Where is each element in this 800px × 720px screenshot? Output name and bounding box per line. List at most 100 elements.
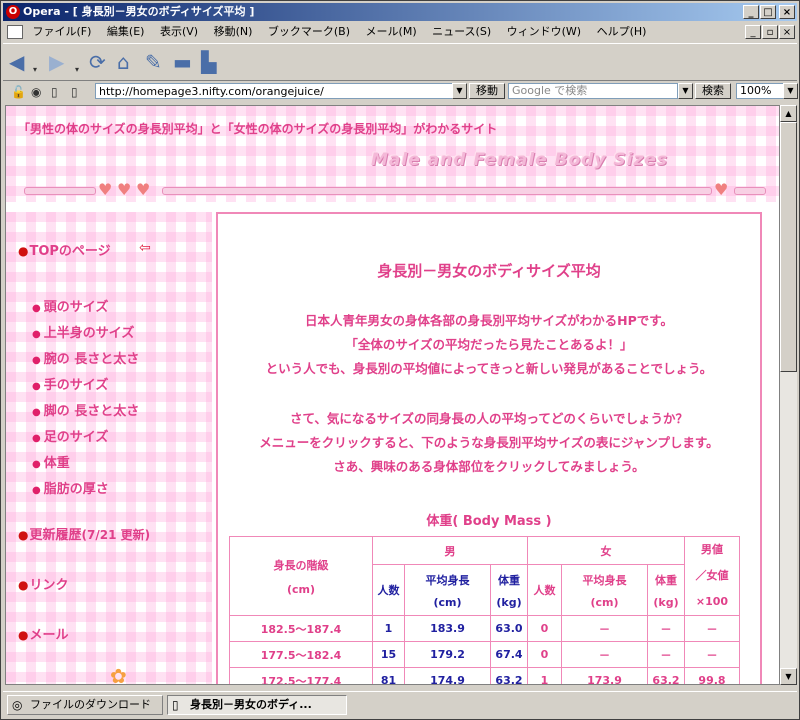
url-dropdown[interactable]: ▼ xyxy=(452,83,467,99)
header-female-avg-height: 平均身長 (cm) xyxy=(561,564,648,616)
weight-table: 身長の階級 (cm) 男 女 男値 ／女値 ×100 人数 平均身長 (cm) 体重 (k… xyxy=(229,535,740,684)
reload-icon[interactable]: ⟳ xyxy=(89,50,106,74)
header-female: 女 xyxy=(527,535,685,566)
zoom-field[interactable]: 100% xyxy=(736,83,784,99)
url-field[interactable]: http://homepage3.nifty.com/orangejuice/ xyxy=(95,83,467,99)
search-engine-dropdown[interactable]: ▼ xyxy=(678,83,693,99)
menu-navigation[interactable]: 移動(N) xyxy=(208,23,259,41)
page-icon: ▯ xyxy=(172,698,179,712)
cell-female-weight: － xyxy=(647,615,685,642)
table-row: 177.5～182.4 15 179.2 67.4 0 － － － xyxy=(229,641,740,668)
menu-news[interactable]: ニュース(S) xyxy=(426,23,497,41)
forward-icon[interactable]: ▶ xyxy=(49,50,64,74)
table-row: 182.5～187.4 1 183.9 63.0 0 － － － xyxy=(229,615,740,642)
nav-item-weight[interactable]: ● 体重 xyxy=(32,452,70,471)
active-page-tab[interactable]: ▯ 身長別－男女のボディ... xyxy=(167,695,347,715)
camera-icon[interactable]: ◉ xyxy=(31,85,41,99)
nav-item-foot[interactable]: ● 足のサイズ xyxy=(32,426,108,445)
save-icon[interactable]: ▙ xyxy=(201,50,216,74)
menu-file[interactable]: ファイル(F) xyxy=(27,23,98,41)
back-dropdown-icon[interactable]: ▾ xyxy=(33,58,37,82)
maximize-button[interactable]: □ xyxy=(760,5,776,19)
strawberry-icon: ● xyxy=(18,528,29,542)
cell-ratio: － xyxy=(684,641,740,668)
security-icon[interactable]: 🔓 xyxy=(11,85,26,99)
header-male-weight: 体重 (kg) xyxy=(490,564,528,616)
menu-bookmarks[interactable]: ブックマーク(B) xyxy=(262,23,356,41)
vertical-scrollbar[interactable]: ▲ ▼ xyxy=(780,105,797,685)
site-logo: Male and Female Body Sizes xyxy=(371,150,669,170)
minimize-button[interactable]: _ xyxy=(743,5,759,19)
bullet-icon: ● xyxy=(32,381,41,392)
intro-line: さて、気になるサイズの同身長の人の平均ってどのくらいでしょうか？ xyxy=(289,411,688,426)
mdi-restore-button[interactable]: ▫ xyxy=(762,25,778,39)
bullet-icon: ● xyxy=(32,485,41,496)
nav-item-arm[interactable]: ● 腕の 長さと太さ xyxy=(32,348,139,367)
heart-icon: ♥ xyxy=(136,180,151,199)
site-tagline: 「男性の体のサイズの身長別平均」と「女性の体のサイズの身長別平均」がわかるサイト xyxy=(18,122,498,136)
menu-help[interactable]: ヘルプ(H) xyxy=(591,23,653,41)
menu-mail[interactable]: メール(M) xyxy=(360,23,423,41)
hotlist-icon[interactable]: ✎ xyxy=(145,50,162,74)
page-info2-icon[interactable]: ▯ xyxy=(71,85,78,99)
address-bar: 🔓 ◉ ▯ ▯ http://homepage3.nifty.com/orang… xyxy=(3,81,798,103)
nav-item-upper-body[interactable]: ● 上半身のサイズ xyxy=(32,322,134,341)
zoom-dropdown[interactable]: ▼ xyxy=(783,83,798,99)
heart-icon: ♥ xyxy=(117,180,132,199)
cell-male-weight: 63.0 xyxy=(490,615,528,642)
search-input[interactable]: Google で検索 xyxy=(508,83,678,99)
intro-line: 日本人青年男女の身体各部の身長別平均サイズがわかるHPです。 xyxy=(305,313,673,328)
menu-window[interactable]: ウィンドウ(W) xyxy=(501,23,587,41)
home-icon[interactable]: ⌂ xyxy=(117,50,130,74)
nav-item-head[interactable]: ● 頭のサイズ xyxy=(32,296,108,315)
menu-bar: ファイル(F) 編集(E) 表示(V) 移動(N) ブックマーク(B) メール(… xyxy=(3,23,797,41)
go-button[interactable]: 移動 xyxy=(469,83,505,99)
scroll-up-button[interactable]: ▲ xyxy=(780,105,797,122)
cell-female-weight: 63.2 xyxy=(647,667,685,684)
back-icon[interactable]: ◀ xyxy=(9,50,24,74)
ribbon-divider xyxy=(24,187,96,195)
downloads-tab[interactable]: ◎ ファイルのダウンロード xyxy=(7,695,163,715)
mdi-close-button[interactable]: × xyxy=(779,25,795,39)
page-viewport: 「男性の体のサイズの身長別平均」と「女性の体のサイズの身長別平均」がわかるサイト… xyxy=(5,105,780,685)
menu-view[interactable]: 表示(V) xyxy=(154,23,204,41)
menu-edit[interactable]: 編集(E) xyxy=(101,23,151,41)
nav-item-hand[interactable]: ● 手のサイズ xyxy=(32,374,108,393)
bullet-icon: ● xyxy=(32,407,41,418)
scroll-thumb[interactable] xyxy=(780,122,797,372)
bullet-icon: ● xyxy=(32,355,41,366)
document-icon xyxy=(7,25,23,39)
close-button[interactable]: × xyxy=(779,5,795,19)
cell-male-count: 1 xyxy=(372,615,405,642)
cell-female-count: 1 xyxy=(527,667,562,684)
cell-ratio: － xyxy=(684,615,740,642)
nav-top-link[interactable]: ●TOPのページ xyxy=(18,240,111,259)
nav-mail-link[interactable]: ●メール xyxy=(18,624,69,643)
search-button[interactable]: 検索 xyxy=(695,83,731,99)
left-arrow-icon: ⇦ xyxy=(139,240,151,256)
nav-item-leg[interactable]: ● 脚の 長さと太さ xyxy=(32,400,139,419)
scroll-down-button[interactable]: ▼ xyxy=(780,668,797,685)
page-title: 身長別－男女のボディサイズ平均 xyxy=(377,262,601,280)
cell-male-height: 174.9 xyxy=(404,667,491,684)
page-header: 「男性の体のサイズの身長別平均」と「女性の体のサイズの身長別平均」がわかるサイト… xyxy=(6,106,779,202)
cell-range: 182.5～187.4 xyxy=(229,615,373,642)
nav-updates-link[interactable]: ●更新履歴(7/21 更新) xyxy=(18,524,150,543)
header-height-class: 身長の階級 (cm) xyxy=(229,536,373,616)
nav-links-link[interactable]: ●リンク xyxy=(18,574,69,593)
nav-item-fat[interactable]: ● 脂肪の厚さ xyxy=(32,478,109,497)
page-info-icon[interactable]: ▯ xyxy=(51,85,58,99)
mdi-minimize-button[interactable]: _ xyxy=(745,25,761,39)
strawberry-icon: ● xyxy=(18,578,29,592)
forward-dropdown-icon[interactable]: ▾ xyxy=(75,58,79,82)
opera-logo-icon: O xyxy=(6,5,20,19)
ribbon-divider xyxy=(734,187,766,195)
cell-female-height: － xyxy=(561,615,648,642)
print-icon[interactable]: ▬ xyxy=(173,50,192,74)
cell-male-weight: 67.4 xyxy=(490,641,528,668)
heart-icon: ♥ xyxy=(714,180,729,199)
title-bar[interactable]: O Opera - [ 身長別－男女のボディサイズ平均 ] _ □ × xyxy=(3,3,797,21)
intro-line: さあ、興味のある身体部位をクリックしてみましょう。 xyxy=(333,459,645,474)
cell-female-height: 173.9 xyxy=(561,667,648,684)
header-male: 男 xyxy=(372,535,528,566)
